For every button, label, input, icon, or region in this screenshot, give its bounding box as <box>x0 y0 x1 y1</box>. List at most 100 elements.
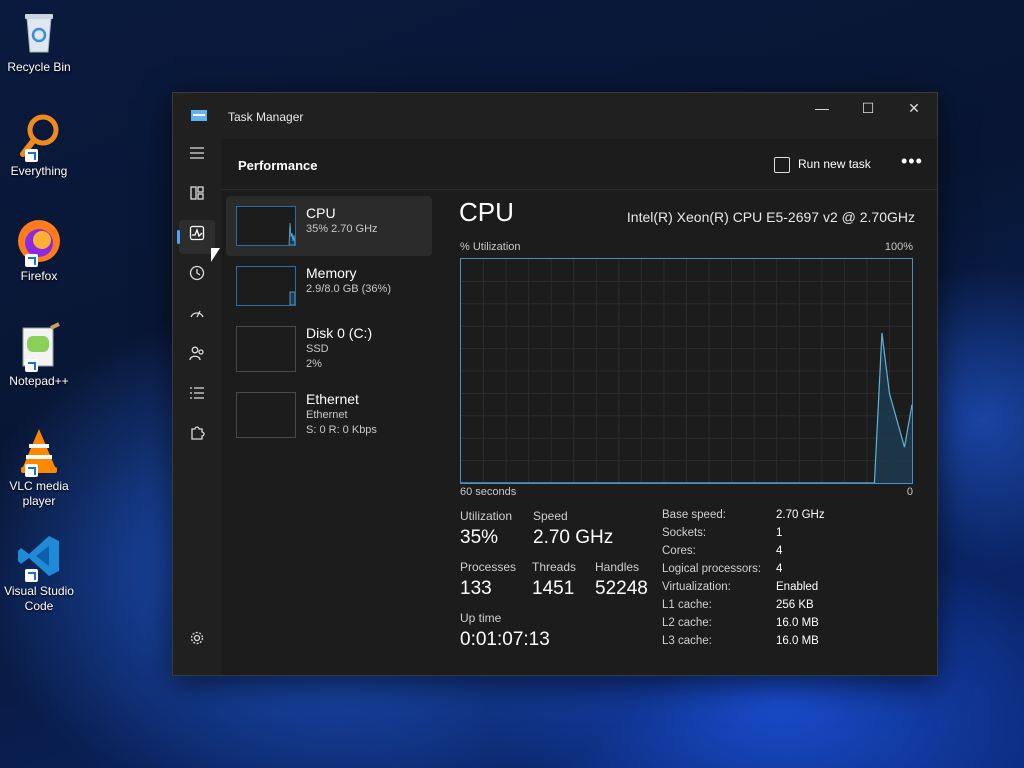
resource-detail: 2.9/8.0 GB (36%) <box>306 283 391 295</box>
resource-name: Disk 0 (C:) <box>306 325 373 341</box>
shortcut-arrow-icon <box>25 569 38 582</box>
spec-value: 4 <box>776 563 783 575</box>
spec-label: Sockets: <box>662 527 707 539</box>
spec-value: 1 <box>776 527 783 539</box>
desktop-icon-label: Firefox <box>20 269 58 283</box>
hamburger-menu-button[interactable] <box>179 140 215 174</box>
resource-item-disk[interactable]: Disk 0 (C:) SSD 2% <box>226 316 432 376</box>
run-task-icon <box>774 157 790 173</box>
speed-label: Speed <box>533 509 568 523</box>
page-title: Performance <box>238 158 318 173</box>
history-icon <box>189 265 205 281</box>
resource-item-ethernet[interactable]: Ethernet Ethernet S: 0 R: 0 Kbps <box>226 382 432 442</box>
desktop-icon-label: Notepad++ <box>9 374 69 388</box>
resource-detail: S: 0 R: 0 Kbps <box>306 424 377 436</box>
detail-title: CPU <box>459 197 514 227</box>
nav-startup-apps[interactable] <box>179 300 215 334</box>
nav-rail <box>173 139 221 675</box>
shortcut-arrow-icon <box>25 464 38 477</box>
spec-value: 2.70 GHz <box>776 509 825 521</box>
spec-label: Base speed: <box>662 509 726 521</box>
recycle-bin-icon <box>15 8 63 56</box>
cpu-utilization-graph <box>460 258 913 484</box>
spec-label: Cores: <box>662 545 696 557</box>
nav-details[interactable] <box>179 380 215 414</box>
threads-label: Threads <box>532 560 577 574</box>
vlc-icon <box>15 427 63 477</box>
task-manager-window: Task Manager — ☐ ✕ Performance Run new t… <box>172 92 938 676</box>
uptime-value: 0:01:07:13 <box>460 629 550 650</box>
desktop-icon-label: Recycle Bin <box>7 60 71 74</box>
maximize-button[interactable]: ☐ <box>845 93 891 123</box>
resource-detail: 2% <box>306 358 322 370</box>
speed-value: 2.70 GHz <box>533 527 614 548</box>
shortcut-arrow-icon <box>25 254 38 267</box>
spec-value: 16.0 MB <box>776 617 819 629</box>
cpu-thumbnail-graph <box>236 206 296 246</box>
nav-settings[interactable] <box>179 625 215 659</box>
spec-label: L1 cache: <box>662 599 712 611</box>
spec-label: Logical processors: <box>662 563 762 575</box>
resource-item-memory[interactable]: Memory 2.9/8.0 GB (36%) <box>226 256 432 316</box>
desktop-icon-recycle-bin[interactable]: Recycle Bin <box>2 8 76 75</box>
graph-x-label: 60 seconds <box>460 486 517 498</box>
nav-app-history[interactable] <box>179 260 215 294</box>
processes-label: Processes <box>460 560 517 574</box>
graph-y-max: 100% <box>884 241 913 253</box>
desktop-icon-notepadpp[interactable]: Notepad++ <box>2 322 76 389</box>
everything-search-icon <box>15 112 63 162</box>
run-new-task-button[interactable]: Run new task <box>774 157 871 173</box>
page-header: Performance Run new task ••• <box>221 139 937 190</box>
threads-value: 1451 <box>532 578 575 599</box>
resource-name: CPU <box>306 205 336 221</box>
run-new-task-label: Run new task <box>798 157 871 172</box>
resource-detail: SSD <box>306 343 329 355</box>
title-bar[interactable]: Task Manager — ☐ ✕ <box>173 93 937 139</box>
shortcut-arrow-icon <box>25 149 38 162</box>
utilization-value: 35% <box>460 527 499 548</box>
shortcut-arrow-icon <box>25 359 38 372</box>
desktop-icon-everything[interactable]: Everything <box>2 112 76 179</box>
spec-value: 256 KB <box>776 599 814 611</box>
vscode-icon <box>15 532 63 582</box>
memory-thumbnail-graph <box>236 266 296 306</box>
processes-value: 133 <box>460 578 492 599</box>
desktop-icon-vlc[interactable]: VLC media player <box>2 427 76 509</box>
resource-detail: 35% 2.70 GHz <box>306 223 378 235</box>
performance-content: Performance Run new task ••• CPU 35% 2.7… <box>221 139 937 675</box>
handles-label: Handles <box>595 560 640 574</box>
nav-processes[interactable] <box>179 180 215 214</box>
desktop-icon-label: Everything <box>10 164 68 178</box>
graph-x-min: 0 <box>906 486 913 498</box>
resource-name: Ethernet <box>306 391 359 407</box>
speedometer-icon <box>190 310 204 318</box>
nav-users[interactable] <box>179 340 215 374</box>
spec-label: L3 cache: <box>662 635 712 647</box>
desktop-icon-firefox[interactable]: Firefox <box>2 217 76 284</box>
minimize-button[interactable]: — <box>799 93 845 123</box>
notepadplusplus-icon <box>15 322 63 372</box>
processes-icon <box>190 186 204 200</box>
spec-value: 4 <box>776 545 783 557</box>
ethernet-thumbnail-graph <box>236 392 296 438</box>
gear-icon <box>190 631 204 645</box>
cpu-utilization-chart <box>461 259 913 484</box>
spec-label: Virtualization: <box>662 581 731 593</box>
desktop-icon-label: Visual Studio Code <box>4 584 74 613</box>
services-puzzle-icon <box>191 426 205 440</box>
firefox-icon <box>15 217 63 267</box>
spec-label: L2 cache: <box>662 617 712 629</box>
resource-item-cpu[interactable]: CPU 35% 2.70 GHz <box>226 196 432 256</box>
desktop-icon-vscode[interactable]: Visual Studio Code <box>2 532 76 614</box>
nav-performance[interactable] <box>177 220 215 254</box>
users-icon <box>189 346 204 361</box>
graph-y-label: % Utilization <box>460 241 521 253</box>
spec-value: Enabled <box>776 581 819 593</box>
more-options-button[interactable]: ••• <box>901 151 923 172</box>
nav-services[interactable] <box>179 420 215 454</box>
task-manager-icon <box>191 110 207 121</box>
window-title: Task Manager <box>228 110 304 124</box>
close-button[interactable]: ✕ <box>891 93 937 123</box>
desktop-icon-label: VLC media player <box>9 479 69 508</box>
spec-value: 16.0 MB <box>776 635 819 647</box>
